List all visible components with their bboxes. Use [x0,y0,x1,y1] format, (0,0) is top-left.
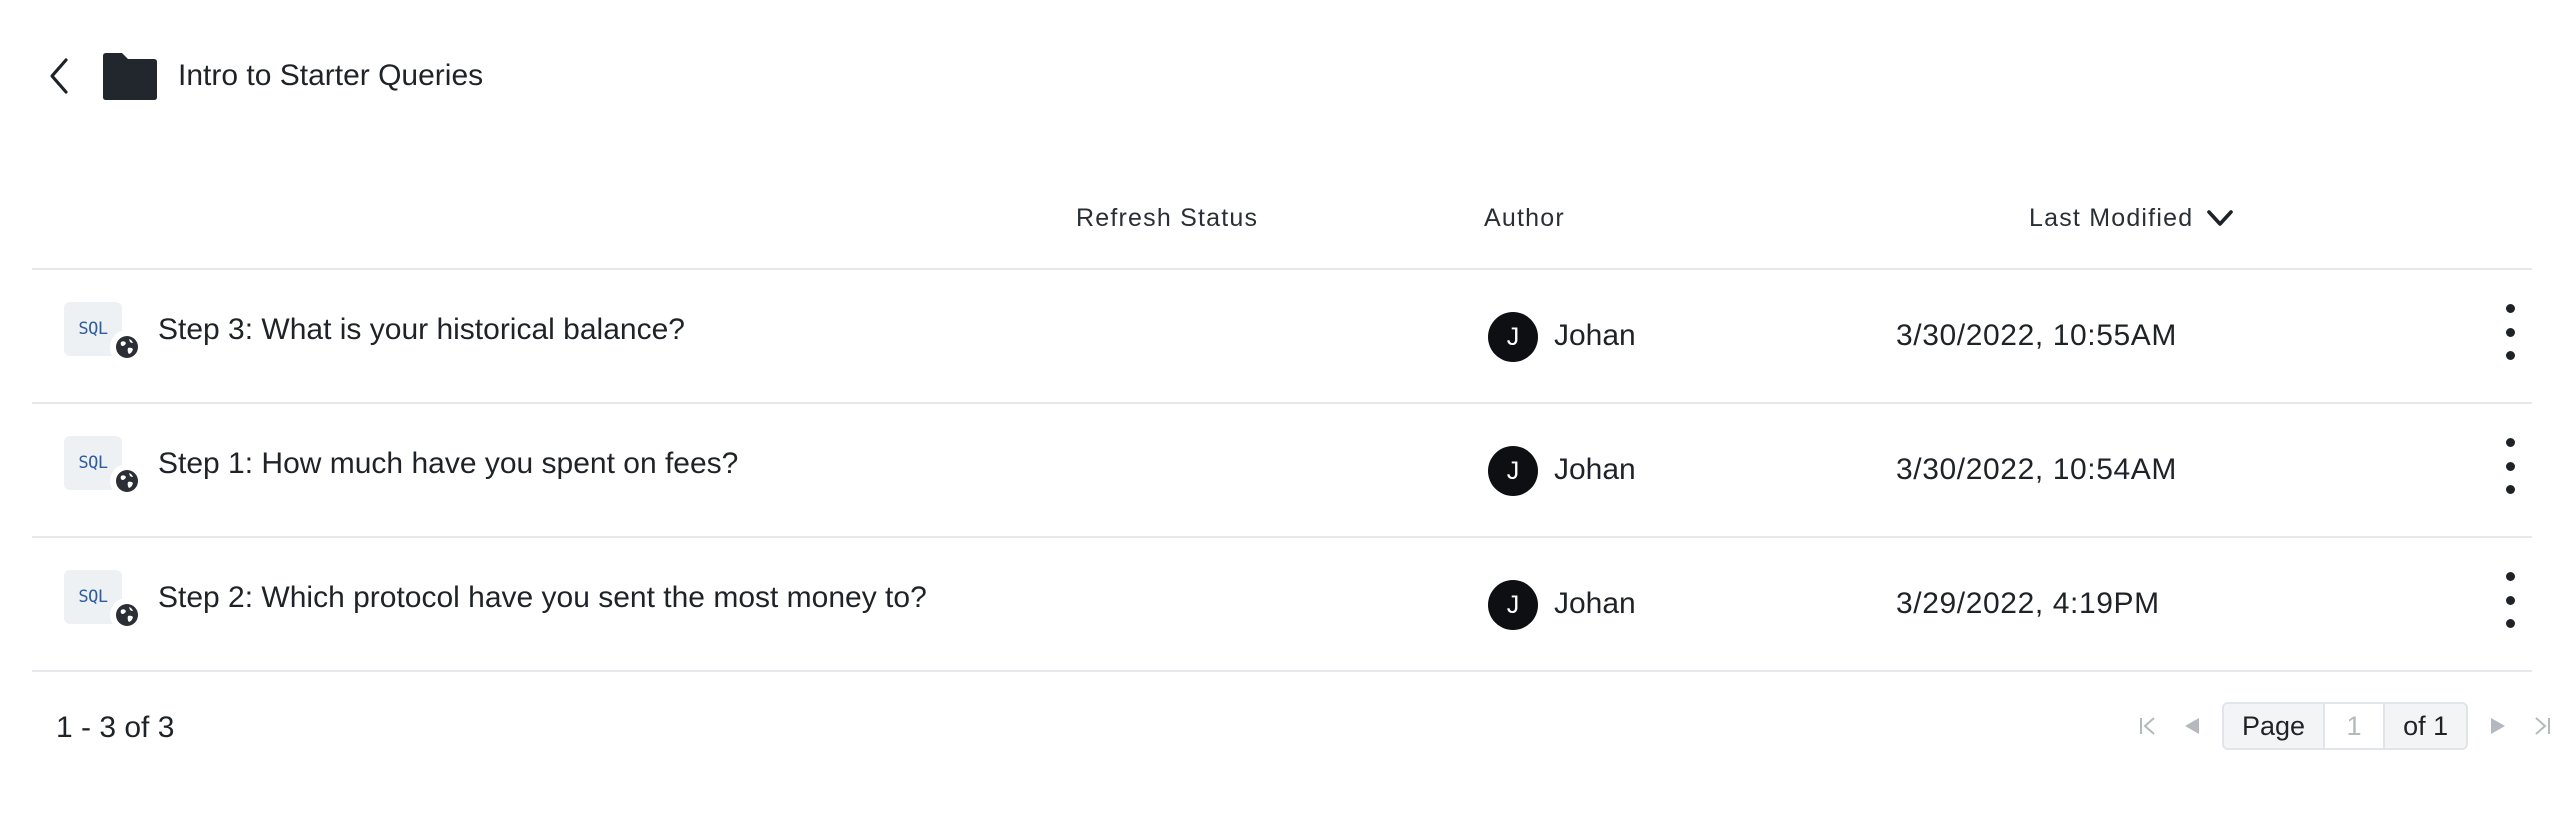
folder-icon [103,53,157,100]
column-header-author[interactable]: Author [1484,198,1565,238]
kebab-dot [2505,572,2515,581]
first-page-icon [2140,717,2155,735]
triangle-right-icon [2491,718,2506,734]
back-button[interactable] [38,52,78,100]
more-options-button[interactable] [2492,300,2528,364]
globe-icon [110,330,144,364]
page-selector: Page 1 of 1 [2222,702,2469,750]
page-total: of 1 [2385,704,2467,748]
table-row[interactable]: SQL Step 1: How much have you spent on f… [32,404,2532,538]
query-name[interactable]: Step 2: Which protocol have you sent the… [158,578,927,618]
first-page-button[interactable] [2126,702,2170,750]
globe-icon [110,464,144,498]
column-header-refresh-status[interactable]: Refresh Status [1076,198,1258,238]
page-title: Intro to Starter Queries [178,59,484,92]
last-modified-value: 3/30/2022, 10:55AM [1896,319,2178,352]
kebab-dot [2505,619,2515,628]
kebab-dot [2505,327,2515,337]
kebab-dot [2505,485,2515,494]
avatar: J [1488,580,1538,630]
kebab-dot [2505,595,2515,605]
query-table: SQL Step 3: What is your historical bala… [32,268,2532,672]
table-row[interactable]: SQL Step 3: What is your historical bala… [32,268,2532,404]
kebab-dot [2505,438,2515,447]
chevron-left-icon [50,58,68,94]
column-header-last-modified[interactable]: Last Modified [2029,198,2235,238]
header: Intro to Starter Queries [0,0,2574,155]
chevron-down-icon[interactable] [2205,203,2235,233]
last-page-icon [2535,717,2551,735]
pagination: Page 1 of 1 [2126,702,2564,750]
author-name: Johan [1554,587,1636,620]
avatar: J [1488,446,1538,496]
last-page-button[interactable] [2520,702,2564,750]
triangle-left-icon [2185,718,2199,734]
more-options-button[interactable] [2492,568,2528,632]
page-number-input[interactable]: 1 [2323,704,2386,748]
avatar: J [1488,312,1538,362]
column-header-last-modified-label: Last Modified [2029,204,2194,232]
previous-page-button[interactable] [2170,702,2214,750]
page-label: Page [2224,704,2324,748]
author-name: Johan [1554,453,1636,486]
author-name: Johan [1554,319,1636,352]
globe-icon [110,598,144,632]
kebab-dot [2505,351,2515,360]
kebab-dot [2505,304,2515,313]
table-row[interactable]: SQL Step 2: Which protocol have you sent… [32,538,2532,672]
pagination-range: 1 - 3 of 3 [56,711,175,744]
next-page-button[interactable] [2476,702,2520,750]
more-options-button[interactable] [2492,434,2528,498]
last-modified-value: 3/30/2022, 10:54AM [1896,453,2178,486]
query-name[interactable]: Step 1: How much have you spent on fees? [158,444,738,484]
kebab-dot [2505,461,2515,471]
query-name[interactable]: Step 3: What is your historical balance? [158,310,685,350]
last-modified-value: 3/29/2022, 4:19PM [1896,587,2160,620]
page: Intro to Starter Queries Refresh Status … [0,0,2574,826]
